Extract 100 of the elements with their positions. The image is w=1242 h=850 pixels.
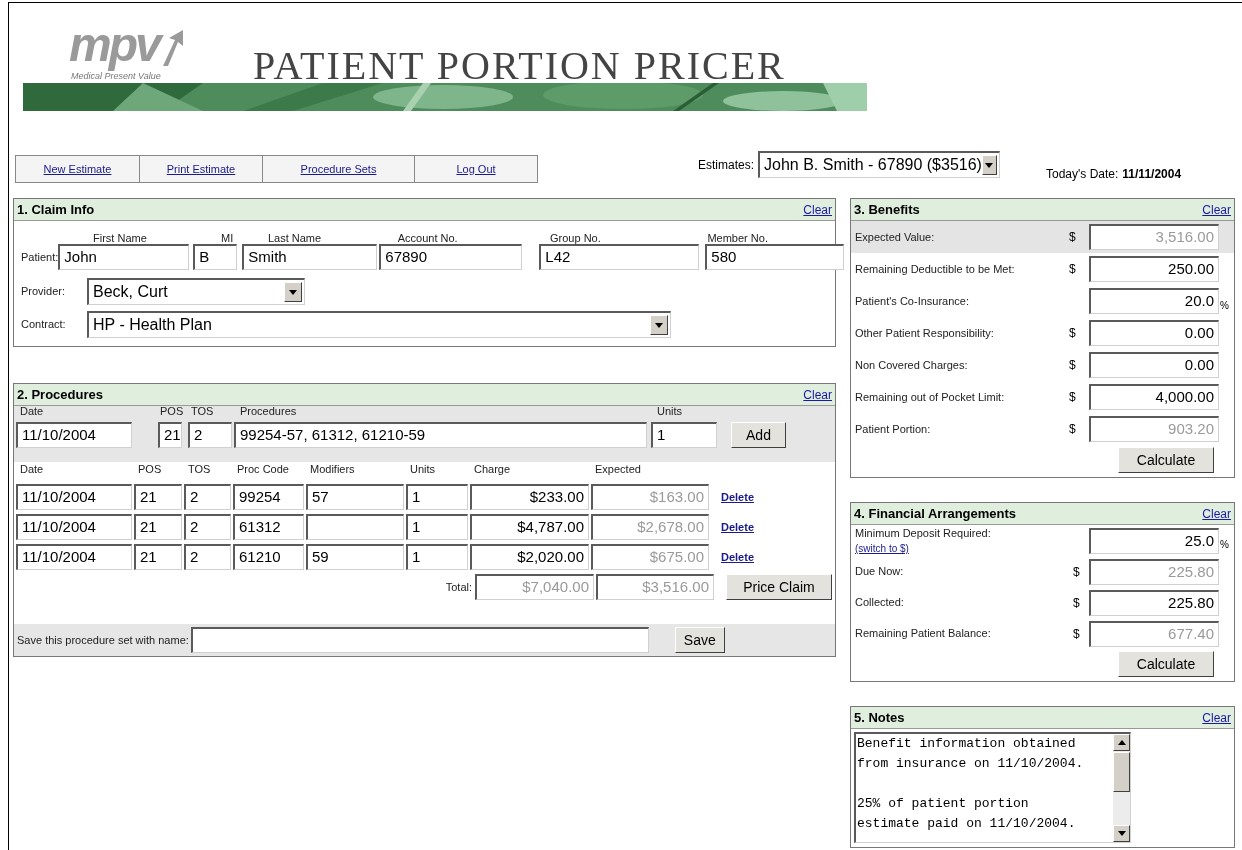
- input-field[interactable]: 21: [134, 484, 182, 510]
- clear-link[interactable]: Clear: [1202, 200, 1231, 219]
- input-field[interactable]: 0.00: [1089, 320, 1219, 346]
- column-label: Account No.: [397, 232, 458, 244]
- input-field[interactable]: 99254: [233, 484, 304, 510]
- input-field[interactable]: 2: [184, 514, 231, 540]
- notes-field[interactable]: Benefit information obtained from insurance on 11/10/2004. 25% of patient portion estimate paid on 11/10/2004.: [854, 732, 1131, 843]
- input-field[interactable]: 1: [406, 544, 468, 570]
- estimates-label: Estimates:: [698, 156, 754, 174]
- name-field[interactable]: [190, 627, 649, 653]
- input-field[interactable]: 1: [406, 514, 468, 540]
- column-label: Group No.: [550, 232, 601, 244]
- input-field[interactable]: 2: [184, 544, 231, 570]
- button[interactable]: Calculate: [1118, 447, 1214, 473]
- input-field[interactable]: 11/10/2004: [16, 544, 132, 570]
- nav-link[interactable]: New Estimate: [16, 156, 139, 182]
- input-field[interactable]: 67890: [379, 244, 523, 270]
- column-label: Charge: [474, 463, 511, 475]
- input-field[interactable]: $2,020.00: [470, 544, 589, 570]
- input-field[interactable]: B: [193, 244, 238, 270]
- currency-sign: $: [1069, 261, 1077, 278]
- provider-dropdown[interactable]: Beck, Curt: [87, 278, 305, 305]
- input-field[interactable]: Smith: [242, 244, 378, 270]
- button[interactable]: Price Claim: [726, 574, 832, 600]
- input-field[interactable]: 250.00: [1089, 256, 1219, 282]
- save-label: Save this procedure set with name:: [17, 632, 189, 648]
- currency-sign: $: [1069, 325, 1077, 342]
- column-label: Units: [657, 405, 683, 417]
- scroll-down-icon[interactable]: [1117, 831, 1126, 836]
- clear-link[interactable]: Clear: [1202, 708, 1231, 727]
- delete-link[interactable]: Delete: [721, 518, 755, 536]
- input-field[interactable]: 57: [306, 484, 404, 510]
- input-field[interactable]: 0.00: [1089, 352, 1219, 378]
- row-label: Contract:: [21, 317, 67, 333]
- input-field[interactable]: 61210: [233, 544, 304, 570]
- input-field[interactable]: L42: [539, 244, 700, 270]
- column-label: TOS: [191, 405, 214, 417]
- note-text: Benefit information obtained from insurance on 11/10/2004.: [857, 735, 1085, 773]
- delete-link[interactable]: Delete: [721, 488, 755, 506]
- input-field[interactable]: $4,787.00: [470, 514, 589, 540]
- page-title: PATIENT PORTION PRICER: [253, 47, 786, 85]
- field-label: Remaining Deductible to be Met:: [855, 261, 1016, 277]
- input-field[interactable]: $233.00: [470, 484, 589, 510]
- column-label: Expected: [595, 463, 641, 475]
- logo-tagline: Medical Present Value: [71, 70, 161, 83]
- column-label: Date: [20, 463, 44, 475]
- contract-dropdown[interactable]: HP - Health Plan: [87, 311, 671, 338]
- clear-link[interactable]: Clear: [803, 200, 832, 219]
- clear-link[interactable]: Clear: [803, 385, 832, 404]
- input-field[interactable]: 1: [651, 422, 717, 448]
- input-field[interactable]: [306, 514, 404, 540]
- column-label: Modifiers: [310, 463, 355, 475]
- delete-link[interactable]: Delete: [721, 548, 755, 566]
- input-field[interactable]: 225.80: [1089, 589, 1219, 616]
- input-field[interactable]: 580: [705, 244, 845, 270]
- dropdown-value: Beck, Curt: [93, 282, 168, 302]
- button[interactable]: Save: [674, 627, 725, 653]
- input-field[interactable]: 21: [134, 544, 182, 570]
- input-field[interactable]: 61312: [233, 514, 304, 540]
- column-label: Units: [410, 463, 436, 475]
- nav-link[interactable]: Print Estimate: [139, 156, 262, 182]
- button[interactable]: Calculate: [1118, 651, 1214, 677]
- input-field[interactable]: 59: [306, 544, 404, 570]
- scrollbar[interactable]: [1113, 734, 1130, 842]
- row-label: Patient:: [21, 249, 59, 265]
- button[interactable]: Add: [731, 422, 786, 448]
- input-field[interactable]: 11/10/2004: [16, 422, 132, 448]
- panel-title: 5. Notes: [854, 708, 905, 727]
- input-field[interactable]: 21: [134, 514, 182, 540]
- input-field[interactable]: 99254-57, 61312, 61210-59: [234, 422, 647, 448]
- column-label: TOS: [188, 463, 211, 475]
- dropdown-value: John B. Smith - 67890 ($3516): [764, 155, 982, 175]
- input-field[interactable]: 4,000.00: [1089, 384, 1219, 410]
- estimates-dropdown[interactable]: John B. Smith - 67890 ($3516): [758, 151, 1000, 178]
- field-label: Non Covered Charges:: [855, 357, 969, 373]
- panel-title: 3. Benefits: [854, 200, 920, 219]
- input-field[interactable]: 2: [184, 484, 231, 510]
- note-text: 25% of patient portion estimate paid on 11/10/2004.: [857, 795, 1077, 833]
- currency-sign: $: [1069, 229, 1077, 246]
- nav-link[interactable]: Procedure Sets: [262, 156, 414, 182]
- input-field[interactable]: 11/10/2004: [16, 484, 132, 510]
- input-field[interactable]: 2: [188, 422, 232, 448]
- input-field[interactable]: 25.0: [1089, 527, 1219, 554]
- input-field[interactable]: 11/10/2004: [16, 514, 132, 540]
- input-field[interactable]: 20.0: [1089, 288, 1219, 314]
- currency-sign: $: [1069, 421, 1077, 438]
- nav-link[interactable]: Log Out: [414, 156, 537, 182]
- date-value: 11/11/2004: [1122, 166, 1182, 183]
- field-label: Remaining out of Pocket Limit:: [855, 389, 1006, 405]
- input-field[interactable]: 1: [406, 484, 468, 510]
- dropdown-value: HP - Health Plan: [93, 315, 212, 335]
- clear-link[interactable]: Clear: [1202, 504, 1231, 523]
- percent-sign: %: [1220, 298, 1229, 313]
- percent-sign: %: [1220, 538, 1229, 552]
- date-label: Today's Date:: [1046, 166, 1119, 183]
- input-field[interactable]: 21: [158, 422, 182, 448]
- field-label: Remaining Patient Balance:: [855, 626, 991, 642]
- switch-link[interactable]: (switch to $): [855, 541, 909, 557]
- scroll-up-icon[interactable]: [1117, 740, 1126, 745]
- input-field[interactable]: John: [58, 244, 190, 270]
